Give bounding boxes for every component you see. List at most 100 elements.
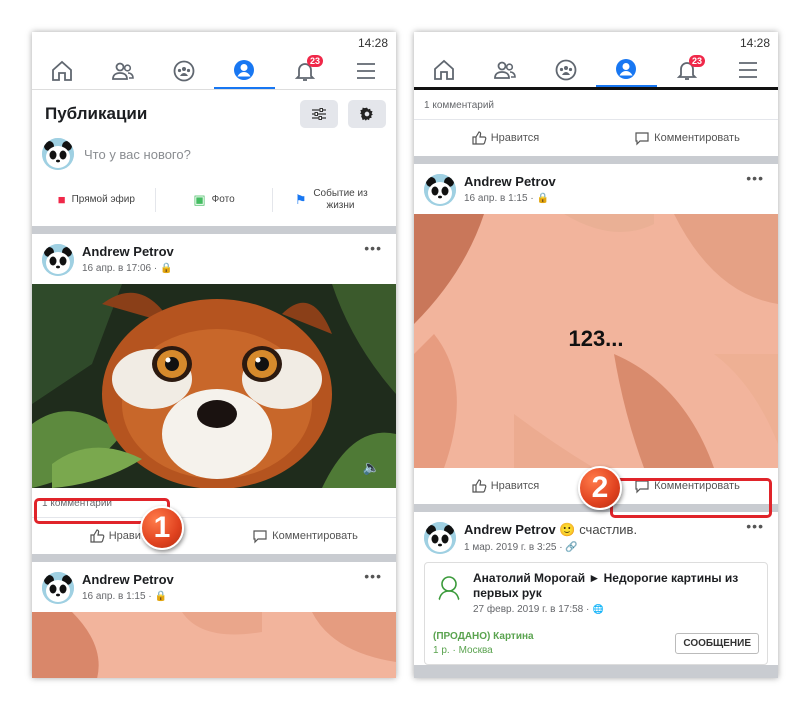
top-navbar: 23: [414, 52, 778, 90]
friends-icon: [494, 61, 516, 79]
red-panda-picture: [32, 284, 396, 488]
comment-button[interactable]: Комментировать: [214, 518, 396, 554]
photo-label: Фото: [211, 194, 235, 205]
comment-button[interactable]: Комментировать: [596, 120, 778, 156]
nav-groups[interactable]: [153, 52, 214, 89]
home-icon: [52, 60, 73, 81]
panda-avatar-icon: [424, 522, 456, 554]
friends-icon: [112, 62, 134, 80]
nav-groups[interactable]: [535, 52, 596, 87]
thumbs-up-icon: [90, 529, 105, 543]
post-author[interactable]: Andrew Petrov: [82, 244, 174, 259]
right-screen: 14:28 23 1 комментарий Нравится Комменти…: [414, 32, 778, 678]
photo-icon: ▣: [193, 192, 206, 207]
more-options-button[interactable]: •••: [364, 240, 382, 256]
panda-avatar-icon: [42, 244, 74, 276]
filter-button[interactable]: [299, 100, 338, 128]
groups-icon: [555, 59, 577, 80]
listing-title[interactable]: (ПРОДАНО) Картина: [433, 631, 534, 642]
post-card: Andrew Petrov 16 апр. в 1:15 · 🔒 •••: [32, 562, 396, 678]
avatar[interactable]: [424, 174, 456, 206]
hamburger-menu-icon: [738, 61, 757, 78]
post-date[interactable]: 16 апр. в 17:06 ·: [82, 263, 157, 274]
like-button[interactable]: Нравится: [414, 120, 596, 156]
post-author[interactable]: Andrew Petrov: [464, 522, 556, 537]
callout-highlight-comment-button: [610, 478, 772, 518]
thumbs-up-icon: [472, 479, 487, 493]
post-image-red-panda[interactable]: 🔈: [32, 284, 396, 488]
nav-notifications[interactable]: 23: [275, 52, 336, 89]
post-author[interactable]: Andrew Petrov: [464, 174, 556, 189]
post-date[interactable]: 16 апр. в 1:15 ·: [464, 193, 534, 204]
post-author[interactable]: Andrew Petrov: [82, 572, 174, 587]
leaves-picture: [32, 612, 396, 678]
nav-profile[interactable]: [596, 52, 657, 87]
comments-count[interactable]: 1 комментарий: [414, 90, 778, 120]
avatar[interactable]: [424, 522, 456, 554]
callout-number-1: 1: [140, 506, 184, 550]
post-date[interactable]: 16 апр. в 1:15 ·: [82, 591, 152, 602]
shared-post-card[interactable]: Анатолий Морогай ► Недорогие картины из …: [424, 562, 768, 665]
sound-icon[interactable]: 🔈: [363, 459, 380, 476]
like-button[interactable]: Нравится: [414, 468, 596, 504]
shared-author-avatar[interactable]: [433, 571, 465, 603]
avatar[interactable]: [42, 138, 74, 170]
nav-friends[interactable]: [93, 52, 154, 89]
nav-home[interactable]: [32, 52, 93, 89]
post-image-text-background[interactable]: 123...: [414, 214, 778, 468]
nav-home[interactable]: [414, 52, 475, 87]
publications-title: Публикации: [45, 104, 148, 123]
notification-badge: 23: [307, 55, 324, 67]
live-label: Прямой эфир: [71, 194, 135, 205]
smile-emoji-icon: 🙂: [559, 522, 576, 537]
more-options-button[interactable]: •••: [746, 170, 764, 186]
nav-friends[interactable]: [475, 52, 536, 87]
nav-notifications[interactable]: 23: [657, 52, 718, 87]
message-button[interactable]: СООБЩЕНИЕ: [675, 633, 759, 654]
more-options-button[interactable]: •••: [746, 518, 764, 534]
status-time: 14:28: [739, 36, 770, 50]
comment-label: Комментировать: [654, 132, 740, 144]
nav-menu[interactable]: [335, 52, 396, 89]
panda-avatar-icon: [42, 572, 74, 604]
nav-menu[interactable]: [717, 52, 778, 87]
profile-icon: [616, 58, 637, 79]
link-icon: 🔗: [565, 542, 578, 553]
notification-badge: 23: [689, 55, 706, 67]
like-label: Нравится: [490, 132, 540, 144]
portrait-sketch-icon: [433, 571, 465, 603]
left-screen: 14:28 23 Публикации Что у вас нового? ■ …: [32, 32, 396, 678]
groups-icon: [173, 60, 195, 81]
status-bar: 14:28: [414, 32, 778, 52]
live-button[interactable]: ■ Прямой эфир: [38, 188, 155, 212]
more-options-button[interactable]: •••: [364, 568, 382, 584]
shared-post-title[interactable]: Анатолий Морогай ► Недорогие картины из …: [473, 571, 759, 601]
comment-label: Комментировать: [272, 530, 358, 542]
lock-icon: 🔒: [536, 193, 549, 204]
avatar[interactable]: [42, 244, 74, 276]
nav-profile[interactable]: [214, 52, 275, 89]
post-card: Andrew Petrov 🙂 счастлив. 1 мар. 2019 г.…: [414, 512, 778, 665]
status-bar: 14:28: [32, 32, 396, 52]
globe-icon: 🌐: [592, 604, 604, 614]
post-image-leaves[interactable]: [32, 612, 396, 678]
live-video-icon: ■: [57, 192, 66, 207]
shared-post-date[interactable]: 27 февр. 2019 г. в 17:58 ·: [473, 604, 589, 615]
like-label: Нравится: [490, 480, 540, 492]
post-date[interactable]: 1 мар. 2019 г. в 3:25 ·: [464, 542, 563, 553]
life-event-button[interactable]: ⚑ Событие из жизни: [272, 188, 390, 212]
photo-button[interactable]: ▣ Фото: [154, 188, 273, 212]
settings-button[interactable]: [348, 100, 386, 128]
home-icon: [434, 59, 455, 80]
comment-bubble-icon: [253, 530, 267, 544]
status-time: 14:28: [357, 36, 388, 50]
comment-bubble-icon: [635, 132, 649, 146]
avatar[interactable]: [42, 572, 74, 604]
profile-icon: [234, 59, 255, 80]
composer-input[interactable]: Что у вас нового?: [84, 147, 191, 162]
previous-post-footer: 1 комментарий Нравится Комментировать: [414, 90, 778, 156]
panda-avatar-icon: [42, 138, 74, 170]
feeling-text: счастлив.: [579, 522, 638, 537]
top-navbar: 23: [32, 52, 396, 90]
lock-icon: 🔒: [160, 263, 173, 274]
